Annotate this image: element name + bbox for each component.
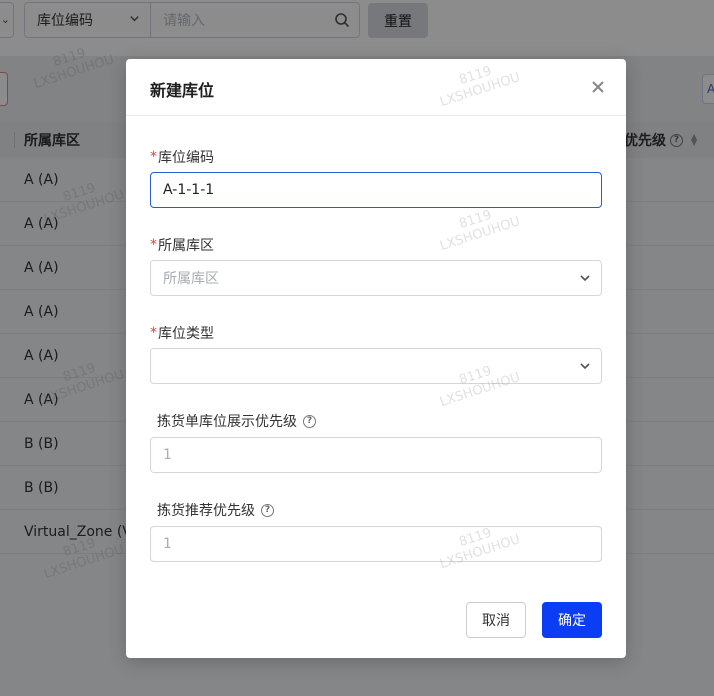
form-item-location-type: * 库位类型: [150, 323, 602, 384]
field-label: 拣货单库位展示优先级 ?: [150, 411, 602, 431]
display-priority-input[interactable]: 1: [150, 437, 602, 473]
dialog-title: 新建库位: [150, 81, 215, 100]
close-icon[interactable]: [588, 77, 608, 97]
chevron-down-icon: [580, 363, 590, 370]
form-item-recommend-priority: 拣货推荐优先级 ? 1: [150, 500, 602, 562]
location-code-input[interactable]: A-1-1-1: [150, 172, 602, 208]
form-item-display-priority: 拣货单库位展示优先级 ? 1: [150, 411, 602, 473]
zone-select[interactable]: 所属库区: [150, 260, 602, 296]
help-icon[interactable]: ?: [303, 414, 316, 428]
field-label: * 库位类型: [150, 325, 214, 342]
recommend-priority-input[interactable]: 1: [150, 526, 602, 562]
field-label: 拣货推荐优先级 ?: [150, 500, 602, 520]
required-mark: *: [150, 237, 157, 253]
form-item-zone: * 所属库区 所属库区: [150, 235, 602, 296]
field-label: * 所属库区: [150, 237, 214, 254]
form-item-location-code: * 库位编码 A-1-1-1: [150, 147, 602, 208]
confirm-button[interactable]: 确定: [542, 602, 602, 638]
help-icon[interactable]: ?: [261, 503, 274, 517]
dialog-header: 新建库位: [126, 59, 626, 116]
cancel-button[interactable]: 取消: [466, 602, 526, 638]
create-location-dialog: 新建库位 * 库位编码 A-1-1-1 * 所属库区 所属库区 * 库位类型 拣…: [126, 59, 626, 658]
required-mark: *: [150, 149, 157, 165]
field-label: * 库位编码: [150, 149, 214, 166]
location-type-select[interactable]: [150, 348, 602, 384]
chevron-down-icon: [580, 275, 590, 282]
required-mark: *: [150, 325, 157, 341]
